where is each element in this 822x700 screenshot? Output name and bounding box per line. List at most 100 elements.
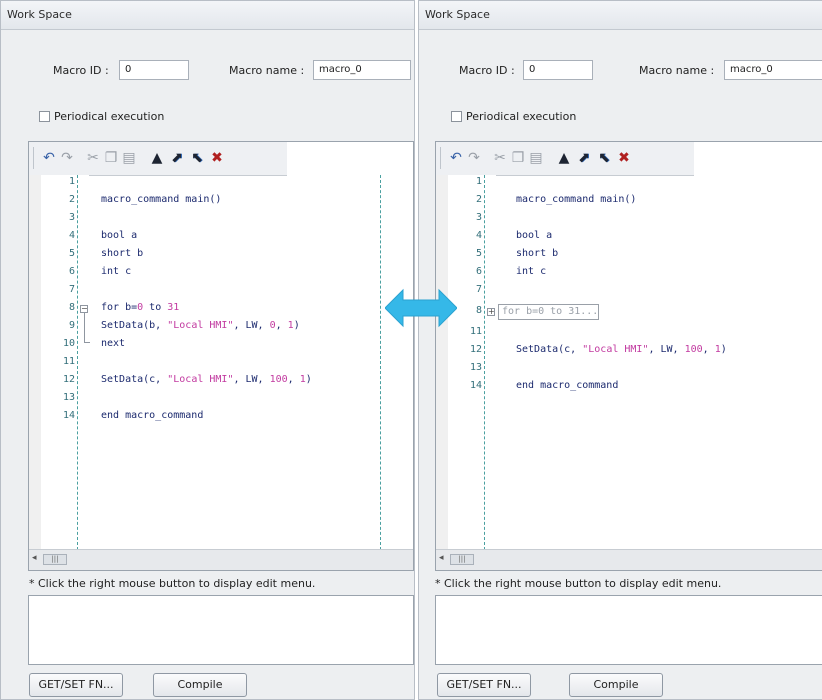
get-set-fn-button[interactable]: GET/SET FN... [437, 673, 531, 697]
line-number: 8 [68, 302, 75, 313]
clear-bookmarks-icon[interactable]: ✖ [616, 150, 632, 166]
macro-name-field[interactable]: macro_0 [724, 60, 822, 80]
next-bookmark-icon[interactable]: ⬈ [169, 150, 185, 166]
code-line: end macro_command [101, 410, 204, 421]
code-line: macro_command main() [101, 194, 222, 205]
previous-bookmark-icon[interactable]: ⬉ [596, 150, 612, 166]
copy-icon[interactable]: ❐ [103, 150, 119, 166]
macro-id-label: Macro ID : [459, 64, 515, 77]
scroll-left-icon[interactable]: ◂ [32, 553, 37, 563]
next-bookmark-icon[interactable]: ⬈ [576, 150, 592, 166]
editor-toolbar: ↶ ↷ ✂ ❐ ▤ ▲ ⬈ ⬉ ✖ [436, 142, 694, 176]
toggle-bookmark-icon[interactable]: ▲ [149, 150, 165, 166]
line-number: 6 [475, 266, 482, 277]
cut-icon[interactable]: ✂ [85, 150, 101, 166]
previous-bookmark-icon[interactable]: ⬉ [189, 150, 205, 166]
compile-button[interactable]: Compile [569, 673, 663, 697]
line-number: 4 [68, 230, 75, 241]
left-work-space-panel: Work Space Macro ID : 0 Macro name : mac… [0, 0, 415, 700]
work-space-title: Work Space [419, 1, 822, 30]
code-line: int c [101, 266, 132, 277]
macro-name-label: Macro name : [639, 64, 715, 77]
code-line: bool a [101, 230, 138, 241]
macro-id-field[interactable]: 0 [523, 60, 593, 80]
code-line: short b [101, 248, 144, 259]
line-number: 10 [62, 338, 75, 349]
undo-icon[interactable]: ↶ [448, 150, 464, 166]
line-number: 1 [68, 176, 75, 187]
redo-icon[interactable]: ↷ [466, 150, 482, 166]
edit-menu-hint: * Click the right mouse button to displa… [29, 577, 316, 590]
line-number: 12 [62, 374, 75, 385]
line-number: 12 [469, 344, 482, 355]
toolbar-grip [33, 147, 34, 169]
collapse-toggle[interactable]: − [80, 305, 88, 313]
line-number: 5 [68, 248, 75, 259]
scrollbar-thumb[interactable]: ||| [43, 554, 67, 565]
cut-icon[interactable]: ✂ [492, 150, 508, 166]
paste-icon[interactable]: ▤ [121, 150, 137, 166]
code-line: SetData(c, "Local HMI", LW, 100, 1) [101, 374, 312, 385]
toolbar-grip [440, 147, 441, 169]
line-number: 9 [68, 320, 75, 331]
compile-button[interactable]: Compile [153, 673, 247, 697]
periodical-execution-checkbox[interactable] [39, 111, 50, 122]
double-arrow-icon [385, 288, 457, 328]
line-number: 3 [68, 212, 75, 223]
fold-bracket [84, 313, 85, 342]
horizontal-scrollbar[interactable]: ◂ ||| [29, 549, 413, 570]
redo-icon[interactable]: ↷ [59, 150, 75, 166]
macro-id-field[interactable]: 0 [119, 60, 189, 80]
line-number: 1 [475, 176, 482, 187]
code-line: next [101, 338, 126, 349]
editor-toolbar: ↶ ↷ ✂ ❐ ▤ ▲ ⬈ ⬉ ✖ [29, 142, 287, 176]
line-number: 11 [62, 356, 75, 367]
clear-bookmarks-icon[interactable]: ✖ [209, 150, 225, 166]
macro-name-field[interactable]: macro_0 [313, 60, 411, 80]
line-number: 6 [68, 266, 75, 277]
code-line: SetData(c, "Local HMI", LW, 100, 1) [516, 344, 727, 355]
periodical-execution-label: Periodical execution [54, 110, 165, 123]
toggle-bookmark-icon[interactable]: ▲ [556, 150, 572, 166]
compile-output-box[interactable] [435, 595, 822, 665]
line-number: 4 [475, 230, 482, 241]
expand-toggle[interactable]: + [487, 308, 495, 316]
macro-id-label: Macro ID : [53, 64, 109, 77]
line-number: 8 [475, 305, 482, 316]
get-set-fn-button[interactable]: GET/SET FN... [29, 673, 123, 697]
line-number: 13 [469, 362, 482, 373]
line-number: 3 [475, 212, 482, 223]
undo-icon[interactable]: ↶ [41, 150, 57, 166]
line-number: 7 [68, 284, 75, 295]
line-number: 2 [68, 194, 75, 205]
line-number: 14 [62, 410, 75, 421]
edit-menu-hint: * Click the right mouse button to displa… [435, 577, 722, 590]
work-space-title: Work Space [1, 1, 414, 30]
line-number: 5 [475, 248, 482, 259]
scroll-left-icon[interactable]: ◂ [439, 553, 444, 563]
line-number: 7 [475, 284, 482, 295]
code-line: for b=0 to 31 [101, 302, 180, 313]
code-line: macro_command main() [516, 194, 637, 205]
code-editor[interactable]: ↶ ↷ ✂ ❐ ▤ ▲ ⬈ ⬉ ✖ 1 2 3 4 5 6 7 8 11 12 … [435, 141, 822, 571]
code-editor[interactable]: ↶ ↷ ✂ ❐ ▤ ▲ ⬈ ⬉ ✖ 1 2 3 4 5 6 7 8 9 10 1… [28, 141, 414, 571]
code-line: int c [516, 266, 547, 277]
line-number: 11 [469, 326, 482, 337]
line-number: 13 [62, 392, 75, 403]
paste-icon[interactable]: ▤ [528, 150, 544, 166]
periodical-execution-checkbox[interactable] [451, 111, 462, 122]
code-line: short b [516, 248, 559, 259]
copy-icon[interactable]: ❐ [510, 150, 526, 166]
collapsed-for-block[interactable]: for b=0 to 31... [498, 304, 600, 320]
compile-output-box[interactable] [28, 595, 414, 665]
line-number: 2 [475, 194, 482, 205]
periodical-execution-label: Periodical execution [466, 110, 577, 123]
horizontal-scrollbar[interactable]: ◂ ||| [436, 549, 822, 570]
line-number: 14 [469, 380, 482, 391]
gutter-dashed-line [484, 175, 485, 550]
scrollbar-thumb[interactable]: ||| [450, 554, 474, 565]
gutter-dashed-line [77, 175, 78, 550]
right-work-space-panel: Work Space Macro ID : 0 Macro name : mac… [418, 0, 822, 700]
margin-dashed-line [380, 175, 381, 550]
macro-name-label: Macro name : [229, 64, 305, 77]
